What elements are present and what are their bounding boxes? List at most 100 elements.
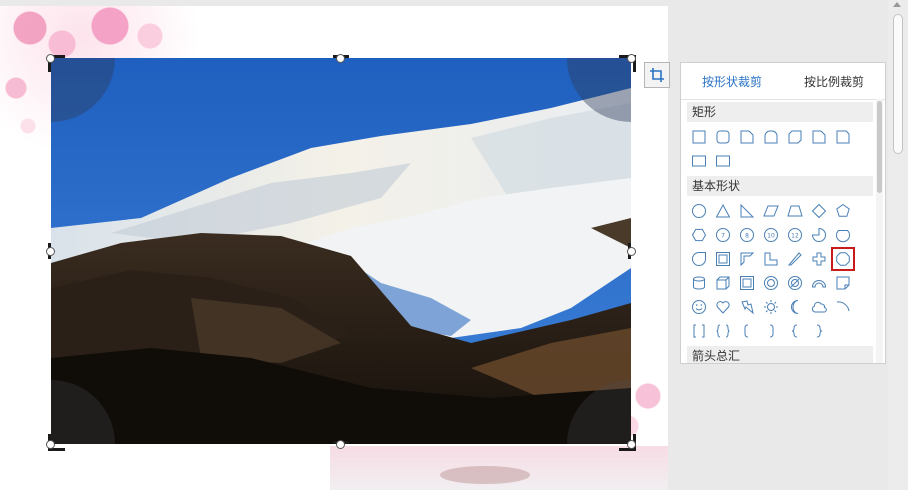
shape-moon-button[interactable] xyxy=(783,295,807,319)
shape-arc-button[interactable] xyxy=(831,295,855,319)
shape-left-bracket-button[interactable] xyxy=(735,319,759,343)
shape-cross-button[interactable] xyxy=(807,247,831,271)
shape-snip-diagonal-button[interactable] xyxy=(783,125,807,149)
crop-panel: 按形状裁剪 按比例裁剪 矩形 基本形状 7 8 10 12 箭头总汇 xyxy=(680,62,886,364)
shape-cube-button[interactable] xyxy=(711,271,735,295)
shape-right-bracket-button[interactable] xyxy=(759,319,783,343)
shape-can-button[interactable] xyxy=(687,271,711,295)
shape-rounded-rect-button[interactable] xyxy=(711,125,735,149)
shape-dodecagon-icon: 12 xyxy=(788,228,802,242)
shape-triangle-icon xyxy=(715,203,731,218)
shape-round-one-corner-button[interactable] xyxy=(759,125,783,149)
shape-arc-icon xyxy=(836,301,850,312)
shape-sun-button[interactable] xyxy=(759,295,783,319)
shape-oval-icon xyxy=(692,204,706,218)
shape-sun-icon xyxy=(764,300,778,314)
panel-scrollbar-thumb[interactable] xyxy=(877,101,882,193)
shape-frame-button[interactable] xyxy=(711,247,735,271)
shape-folded-corner-button[interactable] xyxy=(831,271,855,295)
shape-diamond-icon xyxy=(811,203,827,219)
shape-cloud-button[interactable] xyxy=(807,295,831,319)
window-scrollbar-thumb[interactable] xyxy=(893,14,903,154)
shape-octagon-selected-icon xyxy=(836,252,850,266)
shape-rect-button[interactable] xyxy=(687,125,711,149)
svg-text:8: 8 xyxy=(745,233,749,240)
shape-octagon-selected-button[interactable] xyxy=(831,247,855,271)
resize-handle[interactable] xyxy=(336,440,345,449)
mountain-photo[interactable] xyxy=(51,58,631,444)
tab-crop-by-shape[interactable]: 按形状裁剪 xyxy=(681,63,783,99)
resize-handle[interactable] xyxy=(627,440,636,449)
shape-pie-button[interactable] xyxy=(807,223,831,247)
shape-smiley-icon xyxy=(692,300,706,314)
resize-handle[interactable] xyxy=(46,54,55,63)
crop-toggle-button[interactable] xyxy=(644,62,670,88)
crop-mode-tabs: 按形状裁剪 按比例裁剪 xyxy=(681,63,885,100)
shape-bevel-button[interactable] xyxy=(735,271,759,295)
shape-heart-button[interactable] xyxy=(711,295,735,319)
shape-cross-icon xyxy=(812,252,826,266)
shape-hexagon-button[interactable] xyxy=(687,223,711,247)
shape-right-triangle-button[interactable] xyxy=(735,199,759,223)
resize-handle[interactable] xyxy=(46,247,55,256)
resize-handle[interactable] xyxy=(627,247,636,256)
shape-half-frame-button[interactable] xyxy=(735,247,759,271)
shape-right-brace-button[interactable] xyxy=(807,319,831,343)
shape-octagon-icon: 8 xyxy=(740,228,754,242)
shape-double-bracket-button[interactable] xyxy=(687,319,711,343)
shape-double-brace-button[interactable] xyxy=(711,319,735,343)
shape-right-triangle-icon xyxy=(740,203,755,218)
resize-handle[interactable] xyxy=(336,54,345,63)
shape-lightning-icon xyxy=(741,300,754,315)
shape-donut-icon xyxy=(764,276,778,290)
shape-snip-same-side-button[interactable] xyxy=(807,125,831,149)
shape-l-shape-button[interactable] xyxy=(759,247,783,271)
shape-heart-icon xyxy=(716,301,730,314)
shape-smiley-button[interactable] xyxy=(687,295,711,319)
shape-moon-icon xyxy=(791,300,799,314)
shape-diamond-button[interactable] xyxy=(807,199,831,223)
shape-chord-icon xyxy=(836,230,850,243)
shape-teardrop-button[interactable] xyxy=(687,247,711,271)
resize-handle[interactable] xyxy=(627,54,636,63)
shape-round-one-corner-icon xyxy=(764,130,778,144)
shape-heptagon-button[interactable]: 7 xyxy=(711,223,735,247)
scroll-up-arrow-icon[interactable] xyxy=(893,2,901,7)
shape-lightning-button[interactable] xyxy=(735,295,759,319)
shape-dodecagon-button[interactable]: 12 xyxy=(783,223,807,247)
window-scrollbar[interactable] xyxy=(888,0,908,490)
shape-triangle-button[interactable] xyxy=(711,199,735,223)
shape-diagonal-stripe-button[interactable] xyxy=(783,247,807,271)
shape-left-brace-icon xyxy=(791,324,798,338)
tab-crop-by-ratio[interactable]: 按比例裁剪 xyxy=(783,63,885,99)
shape-round-diagonal-button[interactable] xyxy=(687,149,711,173)
shape-half-frame-icon xyxy=(740,252,755,267)
shape-decagon-icon: 10 xyxy=(764,228,778,242)
shape-oval-button[interactable] xyxy=(687,199,711,223)
shape-plain-rect-button[interactable] xyxy=(711,149,735,173)
section-basic-shapes-title: 基本形状 xyxy=(687,176,873,196)
svg-text:10: 10 xyxy=(767,233,775,240)
shape-trapezoid-button[interactable] xyxy=(783,199,807,223)
shape-octagon-button[interactable]: 8 xyxy=(735,223,759,247)
shape-snip-same-side-icon xyxy=(812,130,826,144)
shape-pentagon-button[interactable] xyxy=(831,199,855,223)
section-rectangle-title: 矩形 xyxy=(687,102,873,122)
shape-snip-diagonal-icon xyxy=(788,130,802,144)
section-arrows-title: 箭头总汇 xyxy=(687,346,873,363)
shape-rounded-rect-icon xyxy=(716,130,730,144)
shape-frame-icon xyxy=(716,252,730,266)
shape-snip-top-button[interactable] xyxy=(831,125,855,149)
resize-handle[interactable] xyxy=(46,440,55,449)
shape-parallelogram-button[interactable] xyxy=(759,199,783,223)
shape-donut-button[interactable] xyxy=(759,271,783,295)
shape-no-symbol-button[interactable] xyxy=(783,271,807,295)
shape-double-brace-icon xyxy=(716,324,730,338)
panel-scrollbar[interactable] xyxy=(876,99,883,363)
shape-decagon-button[interactable]: 10 xyxy=(759,223,783,247)
shape-snip-one-corner-button[interactable] xyxy=(735,125,759,149)
shape-hexagon-icon xyxy=(691,228,707,242)
shape-block-arc-button[interactable] xyxy=(807,271,831,295)
shape-chord-button[interactable] xyxy=(831,223,855,247)
shape-left-brace-button[interactable] xyxy=(783,319,807,343)
